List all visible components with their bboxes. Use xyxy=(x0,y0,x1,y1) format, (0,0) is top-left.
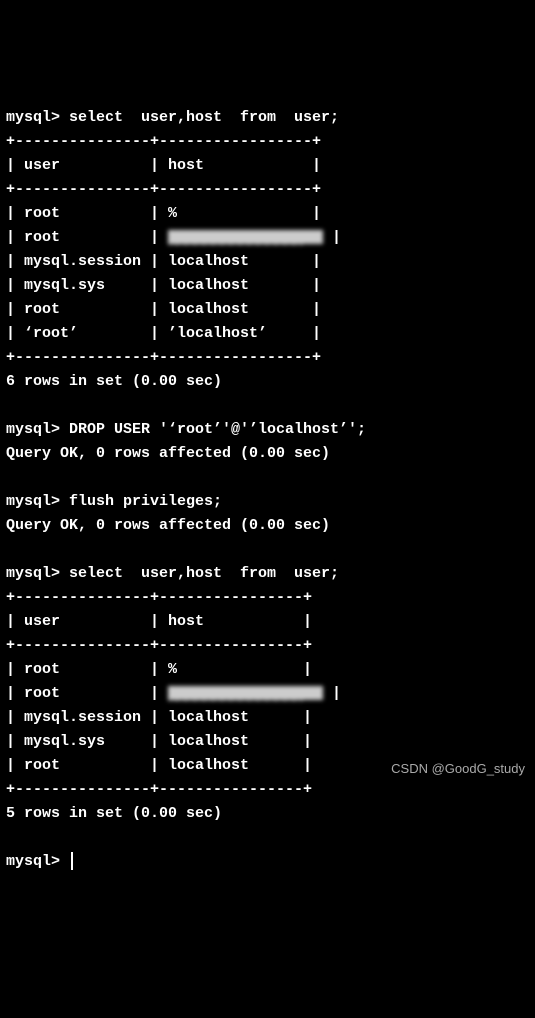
table-row: | root | localhost | xyxy=(6,301,321,318)
table-row: | mysql.session | localhost | xyxy=(6,709,312,726)
prompt-line[interactable]: mysql> xyxy=(6,853,73,870)
table-row: | root | % | xyxy=(6,661,312,678)
table-row: | root | xxxxxxxxxxxxxxx | xyxy=(6,685,341,702)
redacted-host: xxxxxxxxxxxxxxx xyxy=(168,686,323,700)
prompt-line[interactable]: mysql> flush privileges; xyxy=(6,493,222,510)
table-border: +---------------+----------------+ xyxy=(6,637,312,654)
table-row: | mysql.sys | localhost | xyxy=(6,277,321,294)
table-header: | user | host | xyxy=(6,613,312,630)
prompt-line[interactable]: mysql> select user,host from user; xyxy=(6,565,339,582)
table-row: | mysql.session | localhost | xyxy=(6,253,321,270)
table-border: +---------------+-----------------+ xyxy=(6,349,321,366)
cursor xyxy=(71,852,73,870)
query-result: Query OK, 0 rows affected (0.00 sec) xyxy=(6,445,330,462)
table-border: +---------------+----------------+ xyxy=(6,781,312,798)
watermark: CSDN @GoodG_study xyxy=(391,759,525,780)
table-row: | root | % | xyxy=(6,205,321,222)
table-row: | mysql.sys | localhost | xyxy=(6,733,312,750)
table-row: | root | xxxxxxxxxxxxxxx | xyxy=(6,229,341,246)
table-header: | user | host | xyxy=(6,157,321,174)
result-footer: 5 rows in set (0.00 sec) xyxy=(6,805,222,822)
prompt-line[interactable]: mysql> select user,host from user; xyxy=(6,109,339,126)
result-footer: 6 rows in set (0.00 sec) xyxy=(6,373,222,390)
table-row: | ‘root’ | ’localhost’ | xyxy=(6,325,321,342)
prompt-line[interactable]: mysql> DROP USER '‘root’'@'’localhost’'; xyxy=(6,421,366,438)
table-border: +---------------+----------------+ xyxy=(6,589,312,606)
table-border: +---------------+-----------------+ xyxy=(6,133,321,150)
table-row: | root | localhost | xyxy=(6,757,312,774)
table-border: +---------------+-----------------+ xyxy=(6,181,321,198)
query-result: Query OK, 0 rows affected (0.00 sec) xyxy=(6,517,330,534)
redacted-host: xxxxxxxxxxxxxxx xyxy=(168,230,323,244)
